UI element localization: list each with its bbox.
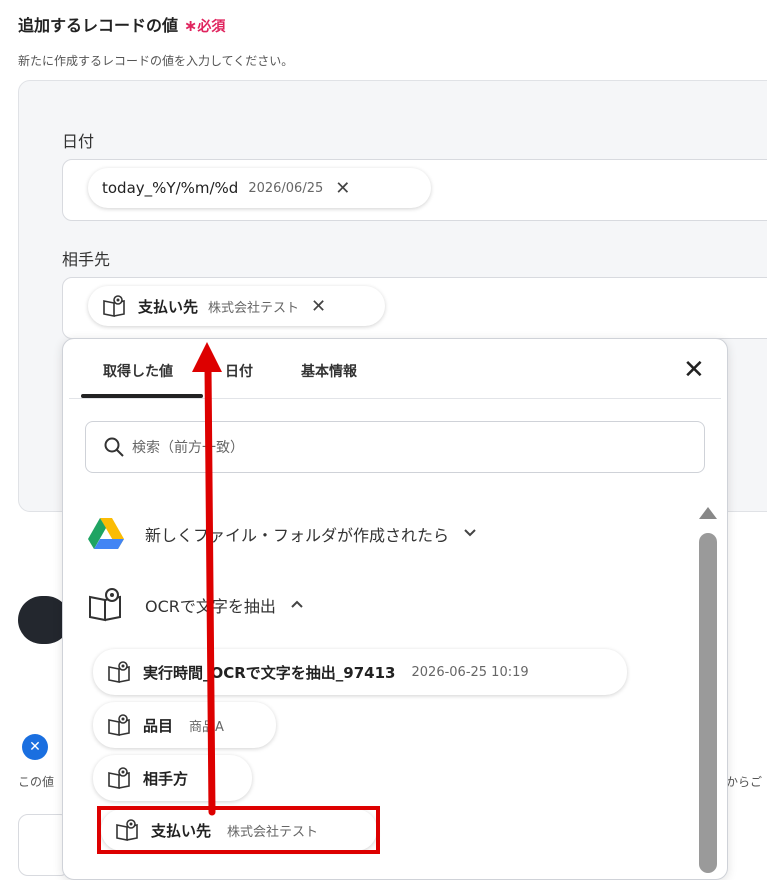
annotation-arrow-icon: [192, 342, 222, 816]
